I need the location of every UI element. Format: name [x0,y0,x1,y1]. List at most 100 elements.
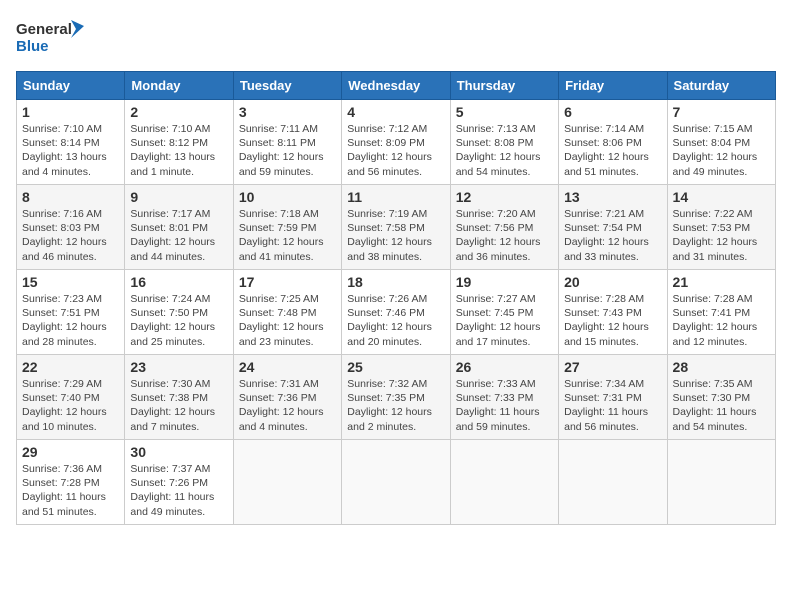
day-info: Sunrise: 7:33 AMSunset: 7:33 PMDaylight:… [456,377,553,434]
calendar-cell: 20Sunrise: 7:28 AMSunset: 7:43 PMDayligh… [559,270,667,355]
day-info: Sunrise: 7:10 AMSunset: 8:12 PMDaylight:… [130,122,227,179]
calendar-cell: 24 Sunrise: 7:31 AMSunset: 7:36 PMDayligh… [233,355,341,440]
weekday-header-tuesday: Tuesday [233,72,341,100]
day-info: Sunrise: 7:30 AMSunset: 7:38 PMDaylight:… [130,377,227,434]
day-info: Sunrise: 7:21 AMSunset: 7:54 PMDaylight:… [564,207,661,264]
calendar-cell: 25 Sunrise: 7:32 AMSunset: 7:35 PMDayligh… [342,355,450,440]
calendar-week-3: 15Sunrise: 7:23 AMSunset: 7:51 PMDayligh… [17,270,776,355]
calendar-cell: 22 Sunrise: 7:29 AMSunset: 7:40 PMDayligh… [17,355,125,440]
calendar-cell: 1Sunrise: 7:10 AMSunset: 8:14 PMDaylight… [17,100,125,185]
day-info: Sunrise: 7:32 AMSunset: 7:35 PMDaylight:… [347,377,444,434]
day-info: Sunrise: 7:28 AMSunset: 7:41 PMDaylight:… [673,292,770,349]
day-number: 2 [130,104,227,120]
day-info: Sunrise: 7:29 AMSunset: 7:40 PMDaylight:… [22,377,119,434]
calendar-week-2: 8 Sunrise: 7:16 AMSunset: 8:03 PMDaylight… [17,185,776,270]
weekday-header-wednesday: Wednesday [342,72,450,100]
day-number: 24 [239,359,336,375]
day-number: 1 [22,104,119,120]
day-number: 29 [22,444,119,460]
svg-text:Blue: Blue [16,38,49,55]
weekday-header-monday: Monday [125,72,233,100]
calendar-cell: 14 Sunrise: 7:22 AMSunset: 7:53 PMDayligh… [667,185,775,270]
day-number: 21 [673,274,770,290]
day-info: Sunrise: 7:35 AMSunset: 7:30 PMDaylight:… [673,377,770,434]
weekday-header-saturday: Saturday [667,72,775,100]
day-info: Sunrise: 7:22 AMSunset: 7:53 PMDaylight:… [673,207,770,264]
calendar-body: 1Sunrise: 7:10 AMSunset: 8:14 PMDaylight… [17,100,776,525]
calendar-cell: 16 Sunrise: 7:24 AMSunset: 7:50 PMDayligh… [125,270,233,355]
day-number: 17 [239,274,336,290]
calendar-cell: 28Sunrise: 7:35 AMSunset: 7:30 PMDayligh… [667,355,775,440]
calendar-cell [559,440,667,525]
calendar-week-5: 29 Sunrise: 7:36 AMSunset: 7:28 PMDayligh… [17,440,776,525]
logo-svg: GeneralBlue [16,16,86,61]
weekday-header-thursday: Thursday [450,72,558,100]
day-number: 22 [22,359,119,375]
calendar-cell: 21 Sunrise: 7:28 AMSunset: 7:41 PMDayligh… [667,270,775,355]
calendar-cell: 29 Sunrise: 7:36 AMSunset: 7:28 PMDayligh… [17,440,125,525]
day-number: 6 [564,104,661,120]
day-number: 23 [130,359,227,375]
calendar-cell: 12 Sunrise: 7:20 AMSunset: 7:56 PMDayligh… [450,185,558,270]
day-number: 7 [673,104,770,120]
svg-text:General: General [16,21,72,38]
calendar-cell: 15Sunrise: 7:23 AMSunset: 7:51 PMDayligh… [17,270,125,355]
day-info: Sunrise: 7:15 AMSunset: 8:04 PMDaylight:… [673,122,770,179]
day-info: Sunrise: 7:27 AMSunset: 7:45 PMDaylight:… [456,292,553,349]
day-number: 25 [347,359,444,375]
day-number: 14 [673,189,770,205]
calendar-cell: 17 Sunrise: 7:25 AMSunset: 7:48 PMDayligh… [233,270,341,355]
day-info: Sunrise: 7:23 AMSunset: 7:51 PMDaylight:… [22,292,119,349]
day-number: 26 [456,359,553,375]
day-number: 16 [130,274,227,290]
day-info: Sunrise: 7:12 AMSunset: 8:09 PMDaylight:… [347,122,444,179]
calendar-cell: 27 Sunrise: 7:34 AMSunset: 7:31 PMDayligh… [559,355,667,440]
day-info: Sunrise: 7:34 AMSunset: 7:31 PMDaylight:… [564,377,661,434]
logo: GeneralBlue [16,16,86,61]
day-number: 3 [239,104,336,120]
day-info: Sunrise: 7:24 AMSunset: 7:50 PMDaylight:… [130,292,227,349]
calendar-cell [667,440,775,525]
calendar-cell: 6 Sunrise: 7:14 AMSunset: 8:06 PMDaylight… [559,100,667,185]
day-info: Sunrise: 7:36 AMSunset: 7:28 PMDaylight:… [22,462,119,519]
day-number: 20 [564,274,661,290]
day-info: Sunrise: 7:17 AMSunset: 8:01 PMDaylight:… [130,207,227,264]
weekday-header-friday: Friday [559,72,667,100]
day-number: 8 [22,189,119,205]
calendar-cell: 4Sunrise: 7:12 AMSunset: 8:09 PMDaylight… [342,100,450,185]
calendar-cell: 9Sunrise: 7:17 AMSunset: 8:01 PMDaylight… [125,185,233,270]
day-info: Sunrise: 7:31 AMSunset: 7:36 PMDaylight:… [239,377,336,434]
calendar-cell: 18 Sunrise: 7:26 AMSunset: 7:46 PMDayligh… [342,270,450,355]
day-info: Sunrise: 7:26 AMSunset: 7:46 PMDaylight:… [347,292,444,349]
day-number: 19 [456,274,553,290]
calendar-cell: 3 Sunrise: 7:11 AMSunset: 8:11 PMDaylight… [233,100,341,185]
day-number: 13 [564,189,661,205]
day-number: 18 [347,274,444,290]
day-info: Sunrise: 7:16 AMSunset: 8:03 PMDaylight:… [22,207,119,264]
day-info: Sunrise: 7:37 AMSunset: 7:26 PMDaylight:… [130,462,227,519]
calendar-cell: 5Sunrise: 7:13 AMSunset: 8:08 PMDaylight… [450,100,558,185]
calendar-cell [450,440,558,525]
day-info: Sunrise: 7:25 AMSunset: 7:48 PMDaylight:… [239,292,336,349]
day-info: Sunrise: 7:14 AMSunset: 8:06 PMDaylight:… [564,122,661,179]
calendar-cell: 11Sunrise: 7:19 AMSunset: 7:58 PMDayligh… [342,185,450,270]
calendar-cell: 19 Sunrise: 7:27 AMSunset: 7:45 PMDayligh… [450,270,558,355]
calendar-cell: 30Sunrise: 7:37 AMSunset: 7:26 PMDayligh… [125,440,233,525]
page-header: GeneralBlue [16,16,776,61]
weekday-header-row: SundayMondayTuesdayWednesdayThursdayFrid… [17,72,776,100]
day-number: 11 [347,189,444,205]
day-number: 10 [239,189,336,205]
calendar-table: SundayMondayTuesdayWednesdayThursdayFrid… [16,71,776,525]
calendar-cell: 26 Sunrise: 7:33 AMSunset: 7:33 PMDayligh… [450,355,558,440]
calendar-cell [342,440,450,525]
weekday-header-sunday: Sunday [17,72,125,100]
calendar-cell: 8 Sunrise: 7:16 AMSunset: 8:03 PMDaylight… [17,185,125,270]
day-number: 27 [564,359,661,375]
day-info: Sunrise: 7:11 AMSunset: 8:11 PMDaylight:… [239,122,336,179]
day-info: Sunrise: 7:20 AMSunset: 7:56 PMDaylight:… [456,207,553,264]
day-info: Sunrise: 7:13 AMSunset: 8:08 PMDaylight:… [456,122,553,179]
calendar-cell [233,440,341,525]
calendar-cell: 2 Sunrise: 7:10 AMSunset: 8:12 PMDaylight… [125,100,233,185]
calendar-cell: 10Sunrise: 7:18 AMSunset: 7:59 PMDayligh… [233,185,341,270]
day-number: 12 [456,189,553,205]
